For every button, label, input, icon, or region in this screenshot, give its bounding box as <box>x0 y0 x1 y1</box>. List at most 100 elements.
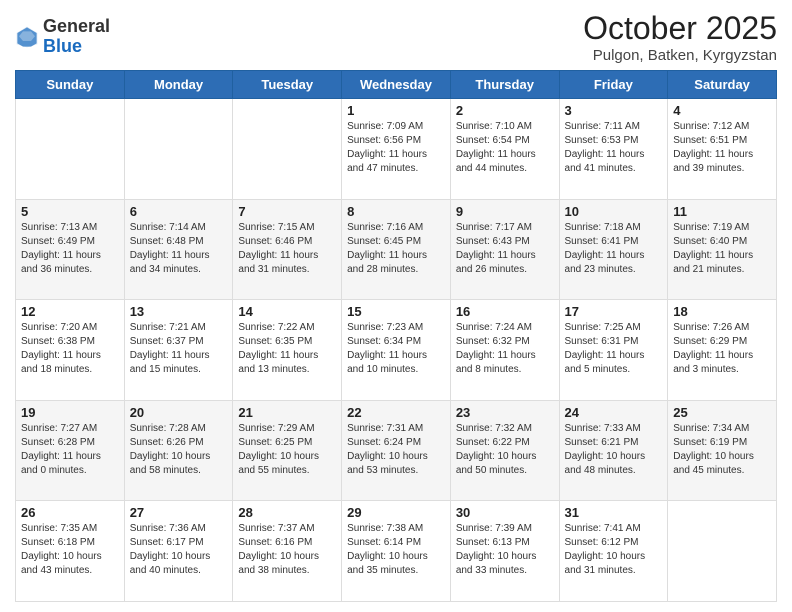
day-info: Sunrise: 7:37 AM Sunset: 6:16 PM Dayligh… <box>238 522 336 578</box>
calendar-cell: 1Sunrise: 7:09 AM Sunset: 6:56 PM Daylig… <box>342 99 451 200</box>
day-number: 20 <box>130 405 228 420</box>
day-number: 18 <box>673 304 771 319</box>
weekday-header-wednesday: Wednesday <box>342 71 451 99</box>
calendar-cell: 17 Sunrise: 7:25 AM Sunset: 6:31 PM Dayli… <box>559 300 668 401</box>
calendar-cell: 11 Sunrise: 7:19 AM Sunset: 6:40 PM Dayli… <box>668 199 777 300</box>
week-row-2: 5Sunrise: 7:13 AM Sunset: 6:49 PM Daylig… <box>16 199 777 300</box>
calendar-cell: 22Sunrise: 7:31 AM Sunset: 6:24 PM Dayli… <box>342 400 451 501</box>
page: General Blue October 2025 Pulgon, Batken… <box>0 0 792 612</box>
calendar-cell: 24 Sunrise: 7:33 AM Sunset: 6:21 PM Dayli… <box>559 400 668 501</box>
day-info: Sunrise: 7:28 AM Sunset: 6:26 PM Dayligh… <box>130 422 228 478</box>
logo: General Blue <box>15 17 110 57</box>
title-block: October 2025 Pulgon, Batken, Kyrgyzstan <box>583 10 777 64</box>
weekday-header-friday: Friday <box>559 71 668 99</box>
day-info: Sunrise: 7:16 AM Sunset: 6:45 PM Dayligh… <box>347 221 445 277</box>
calendar-cell: 4 Sunrise: 7:12 AM Sunset: 6:51 PM Daylig… <box>668 99 777 200</box>
calendar-cell: 21Sunrise: 7:29 AM Sunset: 6:25 PM Dayli… <box>233 400 342 501</box>
day-info: Sunrise: 7:20 AM Sunset: 6:38 PM Dayligh… <box>21 321 119 377</box>
day-number: 2 <box>456 103 554 118</box>
weekday-header-tuesday: Tuesday <box>233 71 342 99</box>
week-row-3: 12Sunrise: 7:20 AM Sunset: 6:38 PM Dayli… <box>16 300 777 401</box>
calendar-cell: 14 Sunrise: 7:22 AM Sunset: 6:35 PM Dayli… <box>233 300 342 401</box>
day-number: 10 <box>565 204 663 219</box>
calendar-cell: 10Sunrise: 7:18 AM Sunset: 6:41 PM Dayli… <box>559 199 668 300</box>
calendar-cell: 16 Sunrise: 7:24 AM Sunset: 6:32 PM Dayli… <box>450 300 559 401</box>
day-info: Sunrise: 7:21 AM Sunset: 6:37 PM Dayligh… <box>130 321 228 377</box>
day-number: 23 <box>456 405 554 420</box>
calendar-cell: 29Sunrise: 7:38 AM Sunset: 6:14 PM Dayli… <box>342 501 451 602</box>
day-number: 17 <box>565 304 663 319</box>
calendar-cell: 3 Sunrise: 7:11 AM Sunset: 6:53 PM Daylig… <box>559 99 668 200</box>
day-number: 6 <box>130 204 228 219</box>
calendar-cell <box>124 99 233 200</box>
day-number: 14 <box>238 304 336 319</box>
day-info: Sunrise: 7:10 AM Sunset: 6:54 PM Dayligh… <box>456 120 554 176</box>
day-number: 7 <box>238 204 336 219</box>
calendar-cell: 27Sunrise: 7:36 AM Sunset: 6:17 PM Dayli… <box>124 501 233 602</box>
day-number: 28 <box>238 505 336 520</box>
day-info: Sunrise: 7:35 AM Sunset: 6:18 PM Dayligh… <box>21 522 119 578</box>
day-number: 3 <box>565 103 663 118</box>
calendar-cell: 6 Sunrise: 7:14 AM Sunset: 6:48 PM Daylig… <box>124 199 233 300</box>
day-info: Sunrise: 7:11 AM Sunset: 6:53 PM Dayligh… <box>565 120 663 176</box>
day-info: Sunrise: 7:39 AM Sunset: 6:13 PM Dayligh… <box>456 522 554 578</box>
day-number: 11 <box>673 204 771 219</box>
day-number: 30 <box>456 505 554 520</box>
day-number: 5 <box>21 204 119 219</box>
month-title: October 2025 <box>583 10 777 47</box>
calendar-cell: 7 Sunrise: 7:15 AM Sunset: 6:46 PM Daylig… <box>233 199 342 300</box>
day-info: Sunrise: 7:34 AM Sunset: 6:19 PM Dayligh… <box>673 422 771 478</box>
week-row-5: 26 Sunrise: 7:35 AM Sunset: 6:18 PM Dayli… <box>16 501 777 602</box>
calendar-cell: 2 Sunrise: 7:10 AM Sunset: 6:54 PM Daylig… <box>450 99 559 200</box>
day-info: Sunrise: 7:36 AM Sunset: 6:17 PM Dayligh… <box>130 522 228 578</box>
day-info: Sunrise: 7:27 AM Sunset: 6:28 PM Dayligh… <box>21 422 119 478</box>
day-info: Sunrise: 7:22 AM Sunset: 6:35 PM Dayligh… <box>238 321 336 377</box>
day-info: Sunrise: 7:41 AM Sunset: 6:12 PM Dayligh… <box>565 522 663 578</box>
weekday-header-saturday: Saturday <box>668 71 777 99</box>
day-info: Sunrise: 7:15 AM Sunset: 6:46 PM Dayligh… <box>238 221 336 277</box>
calendar-cell: 13Sunrise: 7:21 AM Sunset: 6:37 PM Dayli… <box>124 300 233 401</box>
day-number: 26 <box>21 505 119 520</box>
calendar-cell <box>233 99 342 200</box>
calendar-cell: 18 Sunrise: 7:26 AM Sunset: 6:29 PM Dayli… <box>668 300 777 401</box>
calendar-cell: 19Sunrise: 7:27 AM Sunset: 6:28 PM Dayli… <box>16 400 125 501</box>
day-info: Sunrise: 7:17 AM Sunset: 6:43 PM Dayligh… <box>456 221 554 277</box>
day-info: Sunrise: 7:19 AM Sunset: 6:40 PM Dayligh… <box>673 221 771 277</box>
day-number: 25 <box>673 405 771 420</box>
week-row-4: 19Sunrise: 7:27 AM Sunset: 6:28 PM Dayli… <box>16 400 777 501</box>
day-number: 22 <box>347 405 445 420</box>
location-subtitle: Pulgon, Batken, Kyrgyzstan <box>583 47 777 64</box>
calendar-cell: 15Sunrise: 7:23 AM Sunset: 6:34 PM Dayli… <box>342 300 451 401</box>
calendar-cell: 9Sunrise: 7:17 AM Sunset: 6:43 PM Daylig… <box>450 199 559 300</box>
day-number: 4 <box>673 103 771 118</box>
calendar-cell: 28 Sunrise: 7:37 AM Sunset: 6:16 PM Dayli… <box>233 501 342 602</box>
day-info: Sunrise: 7:33 AM Sunset: 6:21 PM Dayligh… <box>565 422 663 478</box>
calendar-cell: 5Sunrise: 7:13 AM Sunset: 6:49 PM Daylig… <box>16 199 125 300</box>
calendar-table: SundayMondayTuesdayWednesdayThursdayFrid… <box>15 70 777 602</box>
calendar-cell: 20 Sunrise: 7:28 AM Sunset: 6:26 PM Dayli… <box>124 400 233 501</box>
calendar-cell: 31Sunrise: 7:41 AM Sunset: 6:12 PM Dayli… <box>559 501 668 602</box>
calendar-cell: 23 Sunrise: 7:32 AM Sunset: 6:22 PM Dayli… <box>450 400 559 501</box>
day-info: Sunrise: 7:24 AM Sunset: 6:32 PM Dayligh… <box>456 321 554 377</box>
weekday-header-monday: Monday <box>124 71 233 99</box>
week-row-1: 1Sunrise: 7:09 AM Sunset: 6:56 PM Daylig… <box>16 99 777 200</box>
logo-blue: Blue <box>43 36 82 56</box>
logo-general: General <box>43 16 110 36</box>
calendar-cell: 12Sunrise: 7:20 AM Sunset: 6:38 PM Dayli… <box>16 300 125 401</box>
weekday-header-row: SundayMondayTuesdayWednesdayThursdayFrid… <box>16 71 777 99</box>
day-info: Sunrise: 7:26 AM Sunset: 6:29 PM Dayligh… <box>673 321 771 377</box>
weekday-header-thursday: Thursday <box>450 71 559 99</box>
logo-icon <box>15 25 39 49</box>
day-number: 21 <box>238 405 336 420</box>
day-info: Sunrise: 7:12 AM Sunset: 6:51 PM Dayligh… <box>673 120 771 176</box>
calendar-cell: 25 Sunrise: 7:34 AM Sunset: 6:19 PM Dayli… <box>668 400 777 501</box>
day-info: Sunrise: 7:14 AM Sunset: 6:48 PM Dayligh… <box>130 221 228 277</box>
day-number: 15 <box>347 304 445 319</box>
day-info: Sunrise: 7:32 AM Sunset: 6:22 PM Dayligh… <box>456 422 554 478</box>
calendar-cell: 30 Sunrise: 7:39 AM Sunset: 6:13 PM Dayli… <box>450 501 559 602</box>
calendar-cell <box>668 501 777 602</box>
day-number: 16 <box>456 304 554 319</box>
day-number: 24 <box>565 405 663 420</box>
day-info: Sunrise: 7:25 AM Sunset: 6:31 PM Dayligh… <box>565 321 663 377</box>
calendar-cell: 26 Sunrise: 7:35 AM Sunset: 6:18 PM Dayli… <box>16 501 125 602</box>
